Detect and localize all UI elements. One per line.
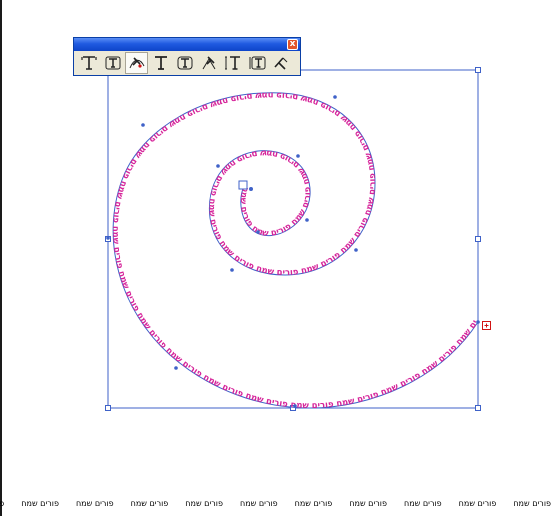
type-tool-button[interactable] xyxy=(77,52,100,74)
footer-text-row: פורים שמח פורים שמח פורים שמח פורים שמח פורי… xyxy=(0,497,551,511)
vertical-type-alt-tool-button[interactable] xyxy=(221,52,244,74)
type-tools-panel[interactable]: x xyxy=(73,37,301,76)
anchor-point[interactable] xyxy=(354,248,358,252)
spiral-path-line[interactable] xyxy=(112,92,479,409)
type-on-path-tool-icon xyxy=(129,57,144,69)
anchor-point[interactable] xyxy=(216,164,220,168)
vertical-type-tool-button[interactable] xyxy=(149,52,172,74)
vertical-area-type-tool-icon xyxy=(177,56,192,70)
touch-type-tool-button[interactable] xyxy=(269,52,292,74)
footer-text-item: פורים שמח xyxy=(130,499,169,508)
area-type-tool-icon xyxy=(105,56,120,70)
tool-row xyxy=(74,51,300,75)
footer-text-item: פורים שמח xyxy=(0,499,5,508)
footer-text-item: פורים שמח xyxy=(239,499,278,508)
footer-text-item: פורים שמח xyxy=(75,499,114,508)
anchor-point[interactable] xyxy=(256,230,260,234)
text-overflow-indicator[interactable] xyxy=(482,321,491,330)
footer-text-item: פורים שמח xyxy=(458,499,497,508)
handle-middle-right[interactable] xyxy=(475,236,481,242)
footer-text-item: פורים שמח xyxy=(21,499,59,508)
footer-text-item: פורים שמח xyxy=(403,499,442,508)
panel-close-button[interactable]: x xyxy=(287,39,298,50)
vertical-area-type-alt-tool-button[interactable] xyxy=(245,52,268,74)
footer-text-item: פורים שמח xyxy=(349,499,387,508)
anchor-point[interactable] xyxy=(141,123,145,127)
anchor-point[interactable] xyxy=(174,366,178,370)
bounding-box-frame xyxy=(107,69,479,409)
anchor-point[interactable] xyxy=(333,95,337,99)
selection-bounding-box[interactable] xyxy=(105,67,481,411)
anchor-points[interactable] xyxy=(106,95,480,408)
anchor-point[interactable] xyxy=(106,236,110,240)
vertical-type-on-path-tool-button[interactable] xyxy=(197,52,220,74)
handle-bottom-left[interactable] xyxy=(105,405,111,411)
anchor-point[interactable] xyxy=(476,320,480,324)
vertical-area-type-alt-icon xyxy=(249,56,265,70)
touch-type-tool-icon xyxy=(273,57,287,70)
artboard-canvas[interactable]: פורים שמח פורים שמח פורים שמח פורים שמח … xyxy=(0,0,551,516)
path-start-marker[interactable] xyxy=(238,180,248,190)
footer-text-item: פורים שמח xyxy=(513,499,551,508)
anchor-point[interactable] xyxy=(249,187,253,191)
vertical-type-tool-alt-icon xyxy=(224,56,240,70)
footer-text-item: פורים שמח xyxy=(185,499,223,508)
handle-top-right[interactable] xyxy=(475,67,481,73)
vertical-type-on-path-tool-icon xyxy=(202,56,215,70)
type-on-path-tool-button[interactable] xyxy=(125,52,148,74)
vertical-type-tool-icon xyxy=(154,56,167,70)
area-type-tool-button[interactable] xyxy=(101,52,124,74)
anchor-point[interactable] xyxy=(305,218,309,222)
panel-titlebar[interactable]: x xyxy=(74,38,300,51)
anchor-point[interactable] xyxy=(230,268,234,272)
vertical-area-type-tool-button[interactable] xyxy=(173,52,196,74)
type-tool-icon xyxy=(80,56,97,70)
anchor-point[interactable] xyxy=(293,404,297,408)
footer-text-item: פורים שמח xyxy=(294,499,333,508)
anchor-point[interactable] xyxy=(296,154,300,158)
handle-bottom-right[interactable] xyxy=(475,405,481,411)
